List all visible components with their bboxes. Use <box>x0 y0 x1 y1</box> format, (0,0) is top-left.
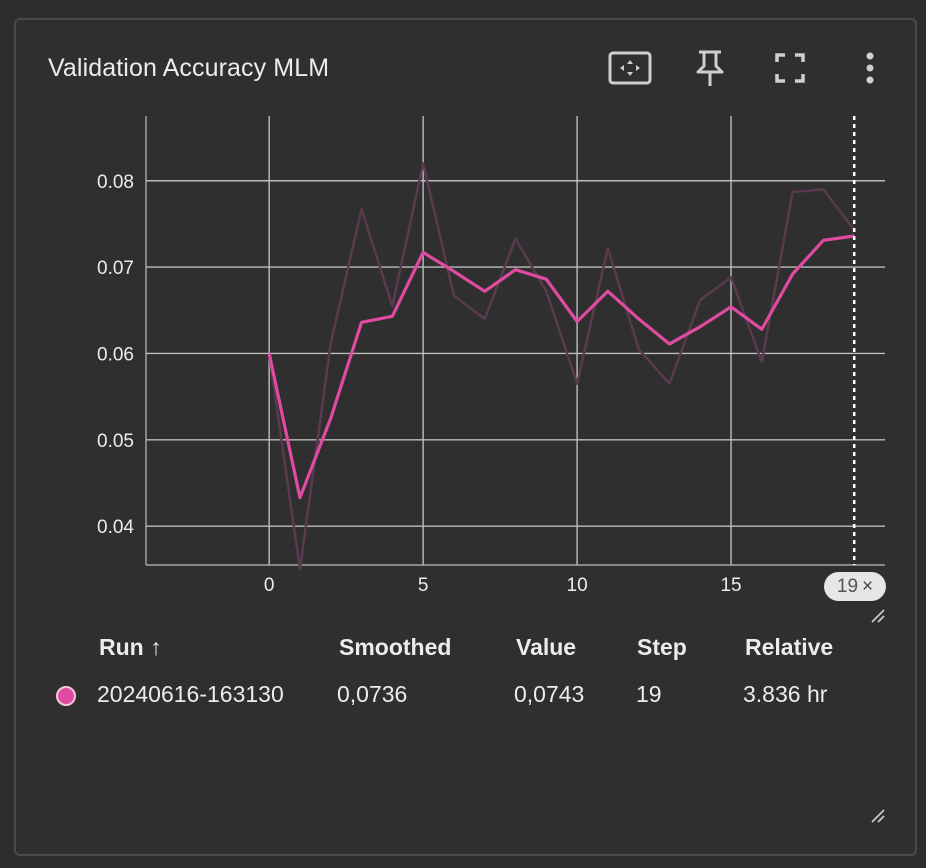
card-resize-handle-icon[interactable] <box>870 808 886 824</box>
run-color-swatch <box>56 686 76 706</box>
y-tick-label: 0.06 <box>97 344 134 365</box>
series-smoothed-line <box>267 234 855 500</box>
col-header-value[interactable]: Value <box>516 634 576 661</box>
raw-value: 0,0743 <box>514 681 585 707</box>
y-tick-label: 0.07 <box>97 258 134 279</box>
col-header-run[interactable]: Run ↑ <box>99 634 162 661</box>
series-raw-line <box>267 162 856 571</box>
col-header-relative[interactable]: Relative <box>745 634 833 661</box>
x-tick-label: 5 <box>418 575 429 596</box>
close-icon[interactable]: × <box>862 576 873 597</box>
x-tick-label: 0 <box>264 575 275 596</box>
cursor-step-chip[interactable]: 19 × <box>824 572 886 601</box>
resize-handle-icon[interactable] <box>870 608 886 624</box>
x-tick-label: 10 <box>567 575 588 596</box>
col-header-step[interactable]: Step <box>637 634 687 661</box>
run-name: 20240616-163130 <box>97 681 284 707</box>
col-header-smoothed[interactable]: Smoothed <box>339 634 451 661</box>
smoothed-value: 0,0736 <box>337 681 408 707</box>
relative-time: 3.836 hr <box>743 681 828 707</box>
x-tick-label: 15 <box>720 575 741 596</box>
y-tick-label: 0.04 <box>97 517 134 538</box>
cursor-step-label: 19 <box>836 576 859 597</box>
step-value: 19 <box>636 681 662 707</box>
y-tick-label: 0.08 <box>97 172 134 193</box>
y-tick-label: 0.05 <box>97 431 134 452</box>
line-chart[interactable]: 0.04 0.05 0.06 0.07 0.08 0 5 10 15 <box>0 0 926 868</box>
